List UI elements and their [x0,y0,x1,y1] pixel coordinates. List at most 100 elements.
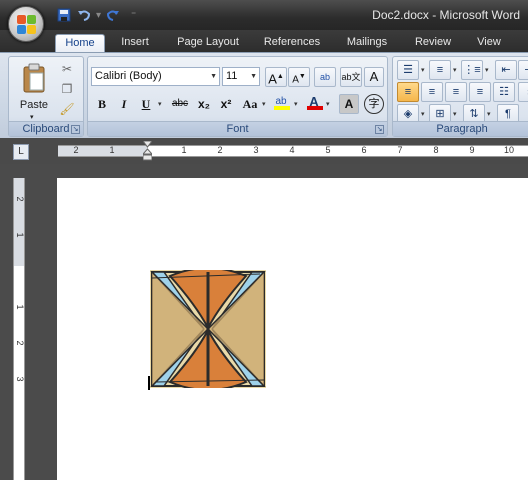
multilevel-list-button[interactable]: ⋮≡ [461,60,483,80]
ruler-number: 2 [15,196,25,202]
tab-view[interactable]: View [468,34,510,52]
highlight-color-bar [274,106,290,110]
font-color-dropdown-icon[interactable]: ▾ [326,100,330,108]
document-page[interactable] [57,178,528,480]
title-bar: ▾ ⁼ Doc2.docx - Microsoft Word [0,0,528,30]
format-painter-icon[interactable]: 🖌 [59,101,75,117]
change-case-dropdown-icon[interactable]: ▾ [262,100,266,108]
numbering-button[interactable]: ≡ [429,60,451,80]
line-spacing-button[interactable]: ↕ [518,82,528,102]
numbering-dropdown-icon[interactable]: ▾ [453,66,457,74]
ruler-number: 3 [15,376,25,382]
clipboard-icon [23,63,45,93]
paragraph-group-label: Paragraph [393,121,528,136]
character-shading-button[interactable]: A [339,94,359,114]
undo-dropdown-icon[interactable]: ▾ [96,10,101,21]
decrease-indent-button[interactable]: ⇤ [495,60,517,80]
ruler-number: 2 [217,145,223,155]
tab-review[interactable]: Review [406,34,460,52]
bullets-dropdown-icon[interactable]: ▾ [421,66,425,74]
inserted-picture[interactable] [150,270,266,388]
quick-access-toolbar: ▾ ⁼ [52,6,136,24]
font-group: Calibri (Body) ▼ 11 ▼ A▲ A▼ ab ab文 A B I… [87,56,388,137]
ruler-number: 4 [289,145,295,155]
tab-selector-button[interactable]: L [13,144,29,160]
ruler-number: 8 [433,145,439,155]
indent-marker-icon[interactable] [143,141,152,161]
multilevel-dropdown-icon[interactable]: ▾ [485,66,489,74]
office-button[interactable] [8,6,44,42]
bullets-button[interactable]: ☰ [397,60,419,80]
ruler-number: 10 [503,145,515,155]
clear-formatting-button[interactable]: ab [314,67,336,87]
borders-dropdown-icon[interactable]: ▾ [453,110,457,118]
highlight-button[interactable]: ab [270,92,292,112]
tab-mailings[interactable]: Mailings [338,34,396,52]
paste-label: Paste [19,99,49,111]
change-case-button[interactable]: Aa [239,94,261,114]
ruler-number: 5 [325,145,331,155]
align-right-button[interactable]: ≡ [445,82,467,102]
text-cursor [148,376,150,390]
font-name-select[interactable]: Calibri (Body) ▼ [91,67,220,86]
ruler-number: 2 [15,340,25,346]
tab-references[interactable]: References [256,34,328,52]
font-color-button[interactable]: A [303,92,325,112]
grow-font-button[interactable]: A▲ [265,67,287,87]
strikethrough-button[interactable]: abc [168,94,192,114]
justify-button[interactable]: ≡ [469,82,491,102]
shrink-font-label: A [292,74,299,86]
paste-button[interactable]: Paste ▾ [15,61,53,121]
highlight-dropdown-icon[interactable]: ▾ [294,100,298,108]
shading-dropdown-icon[interactable]: ▾ [421,110,425,118]
ruler-number: 6 [361,145,367,155]
ruler-number: 7 [397,145,403,155]
font-launcher-icon[interactable]: ↘ [375,125,384,134]
ruler-number: 9 [469,145,475,155]
clipboard-launcher-icon[interactable]: ↘ [71,125,80,134]
font-size-select[interactable]: 11 ▼ [222,67,260,86]
font-name-value: Calibri (Body) [95,70,162,82]
enclose-characters-button[interactable]: 字 [364,94,384,114]
align-left-button[interactable]: ≡ [397,82,419,102]
chevron-down-icon: ▼ [210,73,217,80]
align-center-button[interactable]: ≡ [421,82,443,102]
phonetic-guide-button[interactable]: ab文 [340,67,362,87]
ruler-number: 3 [253,145,259,155]
ruler-number: 1 [109,145,115,155]
customize-qat-icon[interactable]: ⁼ [131,10,136,21]
ruler-margin-shade [14,178,24,266]
paragraph-group: ☰ ▾ ≡ ▾ ⋮≡ ▾ ⇤ ⇥ ≡ ≡ ≡ ≡ ☷ ↕ ◈ ▾ ⊞ ▾ ⇅ ▾… [392,56,528,137]
window-title: Doc2.docx - Microsoft Word [372,8,520,22]
italic-button[interactable]: I [114,94,134,114]
undo-icon[interactable] [76,7,92,23]
vertical-ruler[interactable]: 2 1 1 2 3 [13,178,25,480]
font-group-label: Font [88,121,387,136]
increase-indent-button[interactable]: ⇥ [518,60,528,80]
chevron-down-icon: ▼ [250,73,257,80]
ruler-number: 1 [15,232,25,238]
ruler-number: 1 [15,304,25,310]
tab-insert[interactable]: Insert [112,34,158,52]
horizontal-ruler[interactable]: 2 1 1 2 3 4 5 6 7 8 9 10 [58,145,528,157]
sort-dropdown-icon[interactable]: ▾ [487,110,491,118]
tab-home[interactable]: Home [55,34,105,52]
redo-icon[interactable] [105,7,121,23]
office-logo-icon [17,15,37,35]
subscript-button[interactable]: x₂ [194,94,214,114]
underline-button[interactable]: U [136,94,156,114]
ribbon: Paste ▾ ✂ ❐ 🖌 Clipboard ↘ Calibri (Body)… [0,52,528,138]
distributed-button[interactable]: ☷ [493,82,515,102]
copy-icon[interactable]: ❐ [59,81,75,97]
bold-button[interactable]: B [92,94,112,114]
shrink-font-button[interactable]: A▼ [288,67,310,87]
tab-page-layout[interactable]: Page Layout [168,34,248,52]
superscript-button[interactable]: x² [216,94,236,114]
underline-dropdown-icon[interactable]: ▾ [158,100,162,108]
character-border-button[interactable]: A [364,67,384,87]
save-icon[interactable] [56,7,72,23]
ribbon-tabs: Home Insert Page Layout References Maili… [0,30,528,52]
ruler-margin-shade [58,146,148,156]
cut-icon[interactable]: ✂ [59,61,75,77]
paste-dropdown-icon[interactable]: ▾ [30,113,34,121]
